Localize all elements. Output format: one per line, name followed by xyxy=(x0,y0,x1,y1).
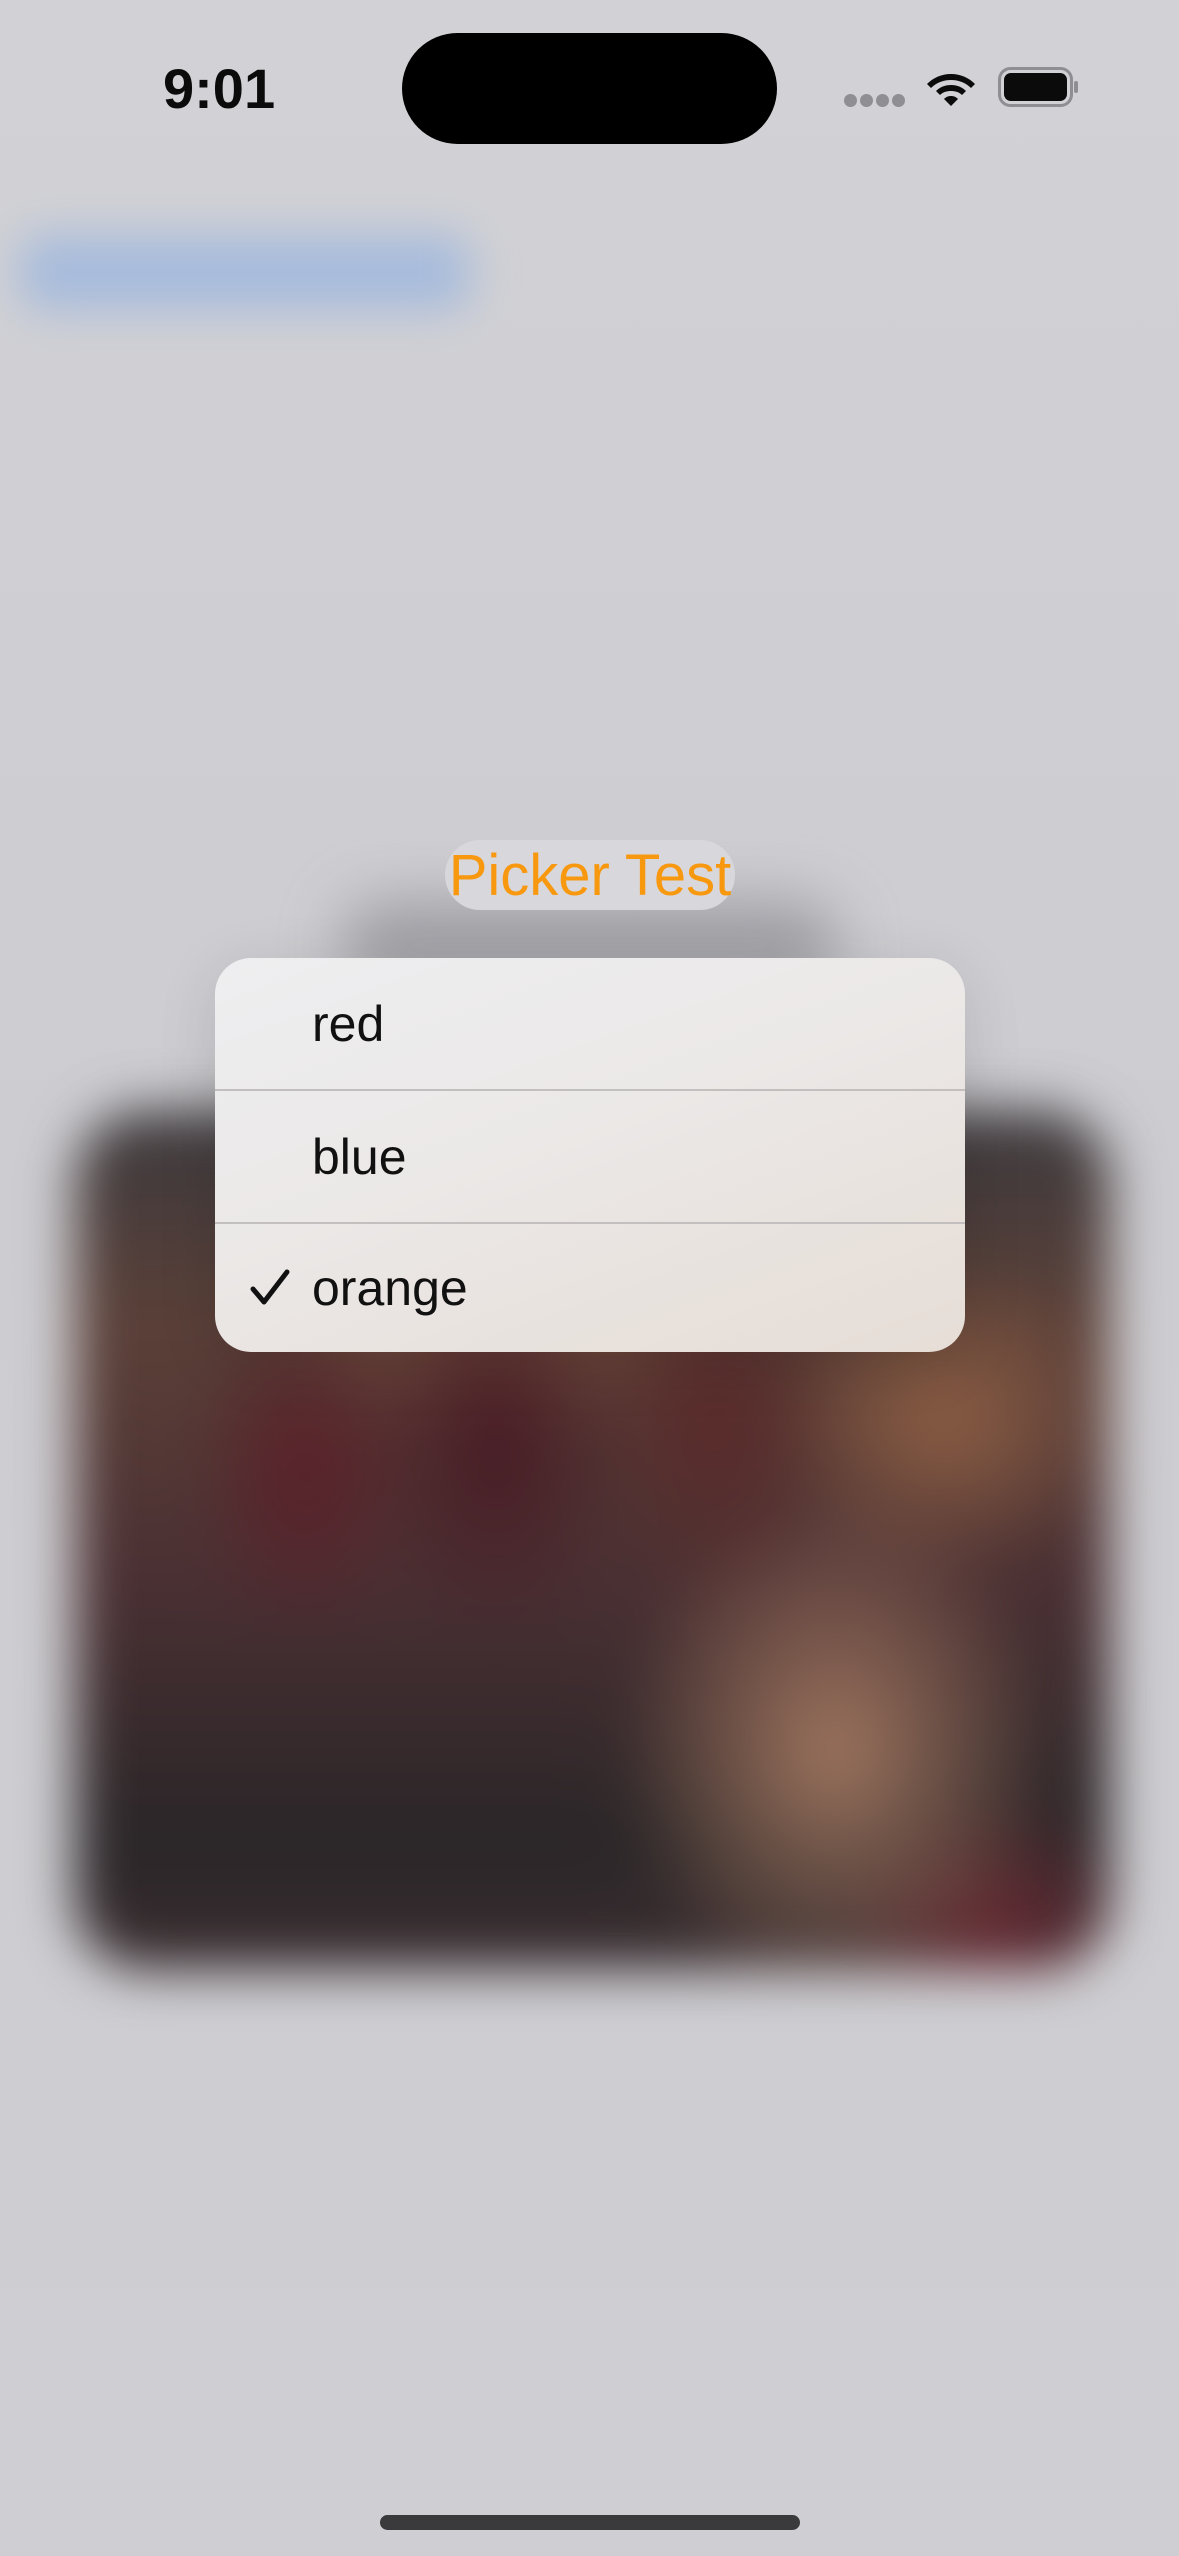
menu-item-blue[interactable]: blue xyxy=(215,1091,965,1222)
menu-item-label: red xyxy=(312,995,385,1052)
battery-icon xyxy=(998,67,1078,107)
checkmark-icon xyxy=(250,1269,290,1305)
screen-background: 9:01 Picker Test red blue orange xyxy=(0,0,1179,2556)
menu-item-label: blue xyxy=(312,1128,407,1185)
wifi-icon xyxy=(927,74,975,106)
menu-item-red[interactable]: red xyxy=(215,958,965,1089)
blurred-nav-link xyxy=(20,235,470,310)
picker-menu: red blue orange xyxy=(215,958,965,1352)
home-indicator[interactable] xyxy=(380,2515,800,2530)
cellular-dots-icon xyxy=(844,94,906,108)
dynamic-island xyxy=(402,33,777,144)
menu-item-orange[interactable]: orange xyxy=(215,1224,965,1352)
menu-item-label: orange xyxy=(312,1260,468,1316)
picker-test-button[interactable]: Picker Test xyxy=(445,840,735,910)
status-time: 9:01 xyxy=(163,57,276,120)
picker-test-label: Picker Test xyxy=(448,842,732,908)
